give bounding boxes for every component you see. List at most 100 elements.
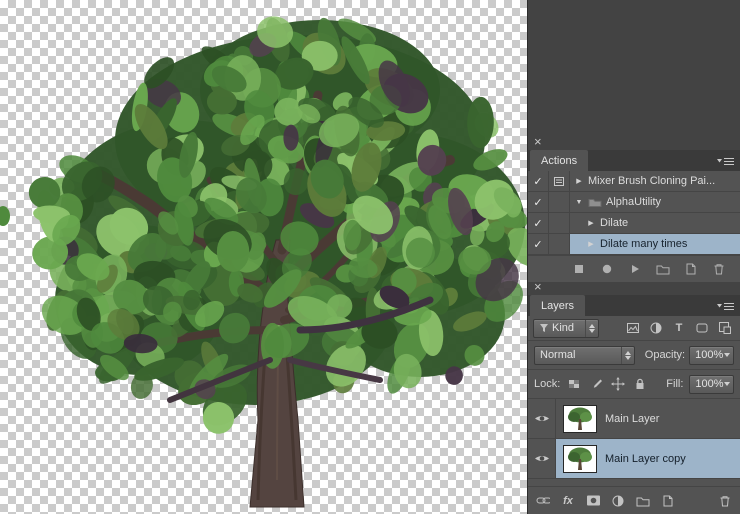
lock-label: Lock: [534, 378, 560, 390]
filter-funnel-icon [539, 323, 549, 333]
opacity-value-dropdown[interactable]: 100% [689, 346, 734, 365]
layer-row-selected[interactable]: Main Layer copy [528, 439, 740, 479]
action-set-label: AlphaUtility [606, 196, 661, 208]
actions-toolbar [528, 255, 740, 282]
action-row-selected[interactable]: ✓ ▶ Dilate many times [528, 234, 740, 255]
fill-value-dropdown[interactable]: 100% [689, 375, 734, 394]
lock-pixels-button[interactable] [586, 375, 606, 393]
fill-label: Fill: [666, 378, 683, 390]
filter-kind-label: Kind [552, 322, 574, 334]
layers-panel: Kind T Normal Opacity: 100% [528, 316, 740, 514]
new-action-button[interactable] [684, 262, 698, 276]
layer-name: Main Layer [605, 413, 659, 425]
action-include-toggle[interactable]: ✓ [528, 192, 549, 212]
expand-arrow-icon[interactable]: ▶ [586, 240, 596, 248]
filter-kind-dropdown[interactable]: Kind [533, 319, 599, 338]
blend-mode-dropdown[interactable]: Normal [534, 346, 635, 365]
action-label: Dilate [600, 217, 628, 229]
dropdown-stepper-icon [585, 320, 598, 337]
layers-panel-menu-button[interactable] [717, 295, 735, 316]
blend-mode-value: Normal [540, 349, 575, 361]
action-include-toggle[interactable]: ✓ [528, 171, 549, 191]
shape-layers-icon [695, 321, 709, 335]
action-include-toggle[interactable]: ✓ [528, 234, 549, 254]
action-dialog-toggle[interactable] [549, 213, 570, 233]
layer-thumbnail[interactable] [563, 405, 597, 433]
filter-shape-layers-button[interactable] [692, 319, 712, 337]
add-layer-mask-button[interactable] [586, 494, 600, 508]
layers-panel-close-button[interactable]: × [534, 281, 542, 293]
expand-arrow-icon[interactable]: ▶ [586, 219, 596, 227]
new-set-button[interactable] [656, 262, 670, 276]
layers-tab-strip: Layers [528, 295, 740, 316]
blend-mode-row: Normal Opacity: 100% [528, 341, 740, 370]
new-layer-button[interactable] [661, 494, 675, 508]
layer-thumbnail[interactable] [563, 445, 597, 473]
folder-icon [588, 197, 602, 207]
layer-row[interactable]: Main Layer [528, 399, 740, 439]
chevron-down-icon [724, 353, 730, 357]
actions-panel-menu-button[interactable] [717, 150, 735, 171]
new-page-icon [684, 262, 698, 276]
layer-list-empty-area [528, 479, 740, 486]
record-icon [600, 262, 614, 276]
tab-actions[interactable]: Actions [530, 150, 588, 171]
photoshop-workspace: × Actions ✓ ▶ Mixer Brush Cloning Pai... [0, 0, 740, 514]
expand-arrow-icon[interactable]: ▶ [574, 177, 584, 185]
lock-row: Lock: Fill: 100% [528, 370, 740, 399]
filter-pixel-layers-button[interactable] [623, 319, 643, 337]
layers-toolbar: fx [528, 486, 740, 514]
folder-icon [656, 262, 670, 276]
action-dialog-toggle[interactable] [549, 192, 570, 212]
layers-panel-header: × [528, 280, 740, 294]
new-adjustment-layer-button[interactable] [611, 494, 625, 508]
document-canvas[interactable] [0, 0, 527, 514]
lock-transparency-button[interactable] [564, 375, 584, 393]
layer-style-button[interactable]: fx [561, 494, 575, 508]
action-row[interactable]: ✓ ▶ Mixer Brush Cloning Pai... [528, 171, 740, 192]
delete-layer-button[interactable] [718, 494, 732, 508]
type-layers-icon: T [676, 322, 683, 334]
collapse-arrow-icon[interactable]: ▼ [574, 199, 584, 206]
dialog-icon [554, 177, 564, 186]
smart-objects-icon [718, 321, 732, 335]
link-layers-button[interactable] [536, 494, 550, 508]
filter-type-layers-button[interactable]: T [669, 319, 689, 337]
fill-value: 100% [695, 378, 723, 390]
opacity-value: 100% [695, 349, 723, 361]
record-button[interactable] [600, 262, 614, 276]
stop-icon [572, 262, 586, 276]
action-row[interactable]: ✓ ▶ Dilate [528, 213, 740, 234]
panel-menu-icon [717, 155, 735, 167]
panel-dock: × Actions ✓ ▶ Mixer Brush Cloning Pai... [527, 0, 740, 514]
filter-adjustment-layers-button[interactable] [646, 319, 666, 337]
action-set-row[interactable]: ✓ ▼ AlphaUtility [528, 192, 740, 213]
trash-icon [712, 262, 726, 276]
action-dialog-toggle[interactable] [549, 171, 570, 191]
play-button[interactable] [628, 262, 642, 276]
tree-artwork [0, 0, 527, 514]
layer-visibility-toggle[interactable] [528, 399, 556, 438]
check-icon: ✓ [533, 196, 542, 209]
actions-panel-header: × [528, 135, 740, 149]
trash-icon [718, 494, 732, 508]
stop-button[interactable] [572, 262, 586, 276]
actions-panel-close-button[interactable]: × [534, 136, 542, 148]
brush-icon [590, 378, 603, 391]
layer-mask-icon [586, 494, 600, 507]
tab-layers[interactable]: Layers [530, 295, 585, 316]
actions-panel: ✓ ▶ Mixer Brush Cloning Pai... ✓ ▼ Alpha… [528, 171, 740, 277]
new-group-button[interactable] [636, 494, 650, 508]
action-dialog-toggle[interactable] [549, 234, 570, 254]
delete-button[interactable] [712, 262, 726, 276]
filter-smart-objects-button[interactable] [715, 319, 735, 337]
adjustment-layers-icon [649, 321, 663, 335]
panel-menu-icon [717, 300, 735, 312]
fx-icon: fx [563, 495, 573, 507]
check-icon: ✓ [533, 217, 542, 230]
lock-position-button[interactable] [608, 375, 628, 393]
lock-all-button[interactable] [630, 375, 650, 393]
action-include-toggle[interactable]: ✓ [528, 213, 549, 233]
eye-icon [534, 413, 550, 424]
layer-visibility-toggle[interactable] [528, 439, 556, 478]
